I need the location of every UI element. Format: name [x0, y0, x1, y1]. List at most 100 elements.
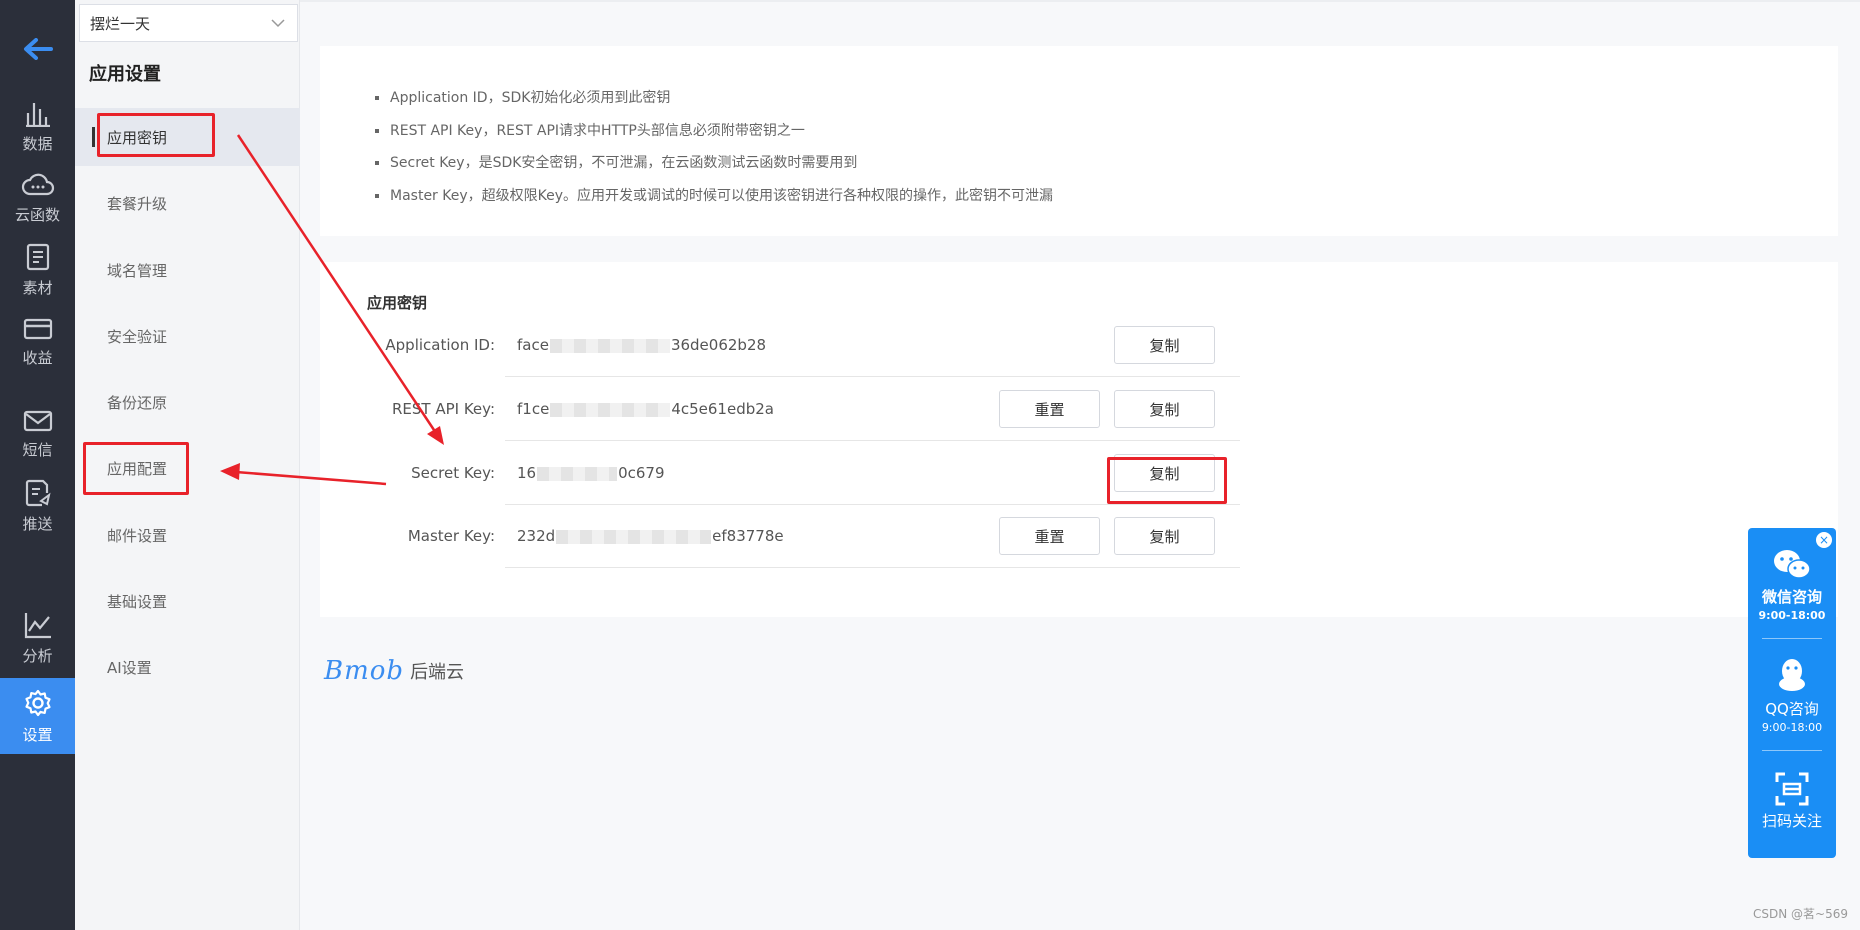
tip-item: Application ID，SDK初始化必须用到此密钥 — [390, 82, 1838, 115]
gear-icon — [24, 689, 51, 716]
rail-item-analysis[interactable]: 分析 — [0, 600, 75, 676]
wechat-hours: 9:00-18:00 — [1758, 609, 1826, 622]
wechat-title: 微信咨询 — [1761, 588, 1822, 606]
key-value[interactable]: 232d ef83778e — [517, 527, 784, 545]
redaction-blur — [549, 338, 670, 353]
highlight-app-keys — [97, 113, 215, 157]
highlight-secret-copy — [1107, 457, 1227, 504]
rail-item-label: 收益 — [22, 348, 53, 367]
key-row-rest-api-key: REST API Key: f1ce 4c5e61edb2a 重置 复制 — [320, 378, 1240, 441]
rail-item-data[interactable]: 数据 — [0, 88, 75, 164]
back-button[interactable] — [0, 26, 75, 72]
sidebar-item-label: 备份还原 — [107, 393, 168, 412]
redaction-blur — [556, 529, 712, 544]
key-row-secret-key: Secret Key: 16 0c679 复制 — [320, 442, 1240, 505]
icon-rail: 数据 云函数 素材 收益 短信 推送 分析 设置 — [0, 0, 75, 930]
scan-icon — [1775, 772, 1809, 806]
chevron-down-icon — [271, 19, 285, 28]
key-row-master-key: Master Key: 232d ef83778e 重置 复制 — [320, 505, 1240, 568]
tip-item: Secret Key，是SDK安全密钥，不可泄漏，在云函数测试云函数时需要用到 — [390, 147, 1838, 180]
copy-button[interactable]: 复制 — [1114, 326, 1215, 364]
app-selector[interactable]: 摆烂一天 — [79, 4, 298, 42]
sidebar-item-label: 套餐升级 — [107, 194, 168, 213]
line-chart-icon — [24, 612, 51, 638]
rail-item-cloud-function[interactable]: 云函数 — [0, 160, 75, 236]
key-row-application-id: Application ID: face 36de062b28 复制 — [320, 314, 1240, 377]
key-label: REST API Key: — [391, 400, 495, 418]
widget-divider — [1762, 638, 1822, 639]
key-label: Master Key: — [407, 527, 495, 545]
rail-item-push[interactable]: 推送 — [0, 468, 75, 544]
sidebar-item-security[interactable]: 安全验证 — [75, 307, 300, 365]
brand-logo: Bmob 后端云 — [324, 656, 464, 686]
rail-item-label: 设置 — [22, 725, 53, 744]
sidebar-item-ai[interactable]: AI设置 — [75, 638, 300, 696]
reset-button[interactable]: 重置 — [999, 517, 1100, 555]
highlight-app-config — [83, 442, 189, 495]
mail-icon — [23, 410, 52, 431]
rail-item-material[interactable]: 素材 — [0, 232, 75, 308]
sidebar-item-backup[interactable]: 备份还原 — [75, 373, 300, 431]
key-label: Application ID: — [385, 336, 495, 354]
qq-hours: 9:00-18:00 — [1761, 721, 1823, 734]
bar-chart-icon — [25, 102, 50, 127]
app-keys-title: 应用密钥 — [367, 294, 428, 312]
sidebar-item-domain[interactable]: 域名管理 — [75, 241, 300, 299]
card-icon — [23, 318, 52, 339]
rail-item-label: 推送 — [22, 514, 53, 533]
key-tips-panel: Application ID，SDK初始化必须用到此密钥 REST API Ke… — [320, 46, 1838, 236]
key-value[interactable]: f1ce 4c5e61edb2a — [517, 400, 774, 418]
row-divider — [505, 567, 1240, 568]
sidebar-item-mail[interactable]: 邮件设置 — [75, 506, 300, 564]
tip-item: Master Key，超级权限Key。应用开发或调试的时候可以使用该密钥进行各种… — [390, 180, 1838, 213]
brand-logo-mark: Bmob — [324, 656, 405, 686]
widget-divider — [1762, 750, 1822, 751]
rail-item-label: 云函数 — [14, 205, 60, 224]
main-content: Application ID，SDK初始化必须用到此密钥 REST API Ke… — [300, 0, 1860, 930]
reset-button[interactable]: 重置 — [999, 390, 1100, 428]
wechat-icon — [1774, 550, 1811, 579]
key-value[interactable]: 16 0c679 — [517, 464, 665, 482]
top-divider — [300, 0, 1860, 2]
watermark: CSDN @茗~569 — [1753, 907, 1848, 921]
sidebar-item-label: 邮件设置 — [107, 526, 168, 545]
document-icon — [26, 243, 49, 270]
redaction-blur — [537, 466, 618, 481]
cloud-icon — [21, 173, 54, 195]
key-label: Secret Key: — [411, 464, 495, 482]
brand-logo-text: 后端云 — [410, 662, 465, 683]
rail-item-sms[interactable]: 短信 — [0, 396, 75, 472]
sidebar-item-label: 安全验证 — [107, 327, 168, 346]
row-divider — [505, 376, 1240, 377]
copy-button[interactable]: 复制 — [1114, 390, 1215, 428]
qq-consult[interactable]: QQ咨询 9:00-18:00 — [1748, 656, 1836, 734]
app-selector-value: 摆烂一天 — [90, 14, 151, 33]
app-keys-panel: 应用密钥 Application ID: face 36de062b28 复制 R… — [320, 262, 1838, 617]
sidebar-item-label: 基础设置 — [107, 592, 168, 611]
sidebar-item-label: AI设置 — [107, 658, 152, 677]
back-arrow-icon — [23, 38, 53, 60]
sidebar-item-plan-upgrade[interactable]: 套餐升级 — [75, 174, 300, 232]
row-divider — [505, 440, 1240, 441]
sidebar-item-label: 域名管理 — [107, 261, 168, 280]
rail-item-settings[interactable]: 设置 — [0, 678, 75, 754]
push-icon — [25, 479, 51, 506]
rail-item-revenue[interactable]: 收益 — [0, 304, 75, 380]
qq-title: QQ咨询 — [1765, 700, 1819, 718]
copy-button[interactable]: 复制 — [1114, 517, 1215, 555]
close-icon[interactable]: × — [1816, 532, 1832, 548]
key-value[interactable]: face 36de062b28 — [517, 336, 766, 354]
qq-icon — [1779, 659, 1805, 691]
rail-item-label: 素材 — [22, 278, 53, 297]
contact-widget: × 微信咨询 9:00-18:00 QQ咨询 9:00-18:00 扫码关注 — [1748, 528, 1836, 858]
scan-follow[interactable]: 扫码关注 — [1748, 772, 1836, 831]
tip-item: REST API Key，REST API请求中HTTP头部信息必须附带密钥之一 — [390, 115, 1838, 148]
tips-list: Application ID，SDK初始化必须用到此密钥 REST API Ke… — [390, 82, 1838, 212]
rail-item-label: 数据 — [22, 134, 53, 153]
rail-item-label: 分析 — [22, 646, 53, 665]
rail-item-label: 短信 — [22, 440, 53, 459]
scan-title: 扫码关注 — [1761, 812, 1822, 830]
sidebar-title: 应用设置 — [89, 64, 161, 85]
sidebar-item-basic[interactable]: 基础设置 — [75, 572, 300, 630]
wechat-consult[interactable]: 微信咨询 9:00-18:00 — [1748, 548, 1836, 622]
